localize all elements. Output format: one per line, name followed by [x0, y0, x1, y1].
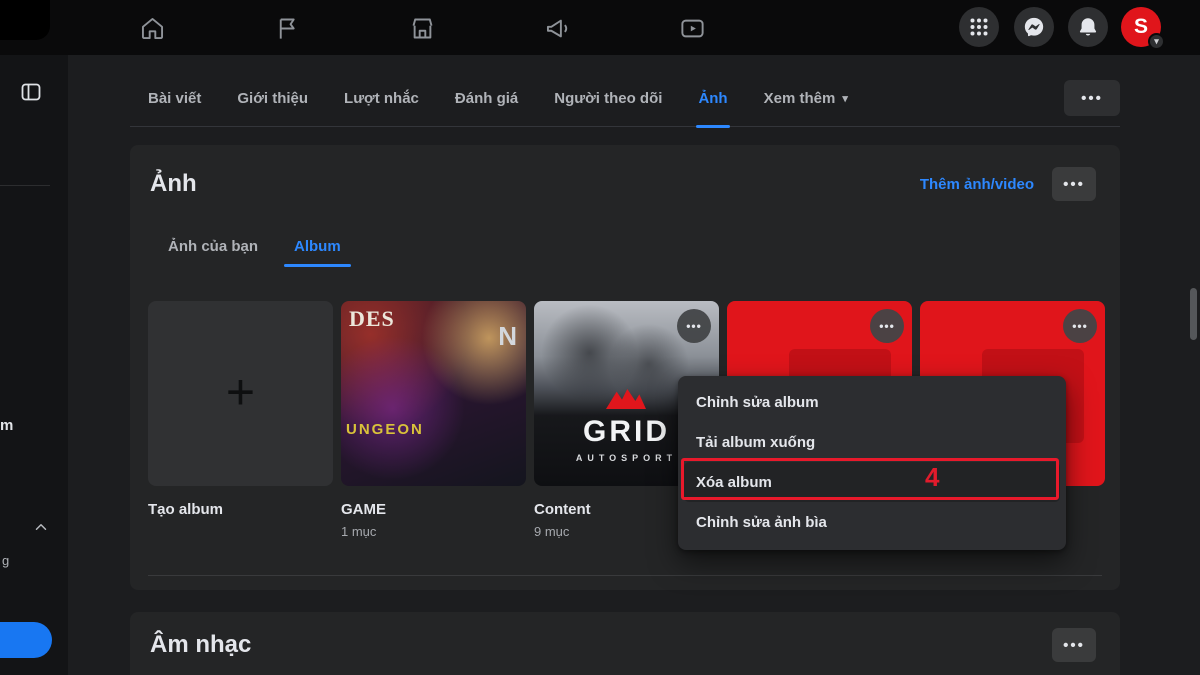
more-icon: ••• [1063, 638, 1085, 653]
tab-luot-nhac[interactable]: Lượt nhắc [344, 70, 419, 127]
page-scrollbar-thumb[interactable] [1190, 288, 1197, 340]
album-options-button[interactable]: ••• [870, 309, 904, 343]
tab-anh-active[interactable]: Ảnh [698, 70, 727, 127]
rail-clipped-text: m [0, 417, 13, 434]
photos-card-header: Ảnh Thêm ảnh/video ••• [130, 145, 1120, 201]
cover-art-text: UNGEON [346, 421, 424, 438]
more-icon: ••• [879, 320, 895, 332]
photos-more-button[interactable]: ••• [1052, 167, 1096, 201]
album-tile-game[interactable]: DES UNGEON N GAME 1 mục [341, 301, 526, 539]
notifications-bell-icon[interactable] [1068, 7, 1108, 47]
tab-gioi-thieu[interactable]: Giới thiệu [237, 70, 308, 127]
left-sidebar-rail: m g [0, 55, 68, 675]
album-label: Tạo album [148, 501, 333, 518]
album-options-button[interactable]: ••• [1063, 309, 1097, 343]
apps-grid-icon[interactable] [959, 7, 999, 47]
profile-more-button[interactable]: ••• [1064, 80, 1120, 116]
facebook-photos-page: S ▾ m g Bài viết Giới thiệu Lượt nhắc Đá… [0, 0, 1200, 675]
messenger-icon[interactable] [1014, 7, 1054, 47]
tab-danh-gia[interactable]: Đánh giá [455, 70, 518, 127]
marketplace-icon[interactable] [403, 9, 441, 47]
create-album-cover[interactable]: + [148, 301, 333, 486]
menu-item-download-album[interactable]: Tải album xuống [684, 422, 1060, 462]
megaphone-icon[interactable] [538, 9, 576, 47]
pages-flag-icon[interactable] [268, 9, 306, 47]
menu-item-edit-cover[interactable]: Chỉnh sửa ảnh bìa [684, 502, 1060, 542]
rail-clipped-text-2: g [2, 553, 9, 568]
more-icon: ••• [1063, 177, 1085, 192]
top-navigation-bar: S ▾ [0, 0, 1200, 55]
corner-notch [0, 0, 50, 40]
tab-nguoi-theo-doi[interactable]: Người theo dõi [554, 70, 662, 127]
grid-flame-logo [606, 389, 646, 414]
album-cover-game[interactable]: DES UNGEON N [341, 301, 526, 486]
more-icon: ••• [1072, 320, 1088, 332]
rail-blue-button[interactable] [0, 622, 52, 658]
home-icon[interactable] [133, 9, 171, 47]
add-photo-video-link[interactable]: Thêm ảnh/video [920, 176, 1034, 193]
music-title: Âm nhạc [150, 631, 251, 659]
tab-album-active[interactable]: Album [294, 225, 341, 267]
music-more-button[interactable]: ••• [1052, 628, 1096, 662]
plus-icon: + [226, 367, 255, 417]
menu-item-edit-album[interactable]: Chỉnh sửa album [684, 382, 1060, 422]
profile-tab-strip: Bài viết Giới thiệu Lượt nhắc Đánh giá N… [130, 70, 1120, 127]
profile-avatar[interactable]: S ▾ [1121, 7, 1161, 47]
cover-art-text: DES [349, 306, 395, 332]
sidebar-toggle-icon[interactable] [14, 75, 48, 109]
tab-bai-viet[interactable]: Bài viết [148, 70, 201, 127]
caret-down-icon: ▾ [842, 92, 848, 105]
rail-divider [0, 185, 50, 186]
album-context-menu: Chỉnh sửa album Tải album xuống Xóa albu… [678, 376, 1066, 550]
album-options-button[interactable]: ••• [677, 309, 711, 343]
cover-art-text: N [498, 321, 517, 352]
menu-item-delete-album[interactable]: Xóa album [684, 462, 1060, 502]
avatar-letter: S [1134, 15, 1148, 39]
more-icon: ••• [1081, 91, 1103, 106]
music-card-header: Âm nhạc ••• [130, 612, 1120, 662]
photos-inner-tabs: Ảnh của bạn Album [130, 225, 1120, 267]
video-icon[interactable] [673, 9, 711, 47]
create-album-tile[interactable]: + Tạo album [148, 301, 333, 539]
album-count: 1 mục [341, 524, 526, 539]
chevron-up-icon[interactable] [32, 518, 50, 541]
account-caret-icon: ▾ [1148, 33, 1165, 50]
album-label: GAME [341, 501, 526, 518]
tab-xem-them[interactable]: Xem thêm ▾ [764, 70, 848, 127]
music-card: Âm nhạc ••• [130, 612, 1120, 675]
photos-title: Ảnh [150, 170, 197, 198]
annotation-number: 4 [925, 462, 939, 493]
card-section-divider [148, 575, 1102, 576]
more-icon: ••• [686, 320, 702, 332]
tab-anh-cua-ban[interactable]: Ảnh của bạn [168, 225, 258, 267]
